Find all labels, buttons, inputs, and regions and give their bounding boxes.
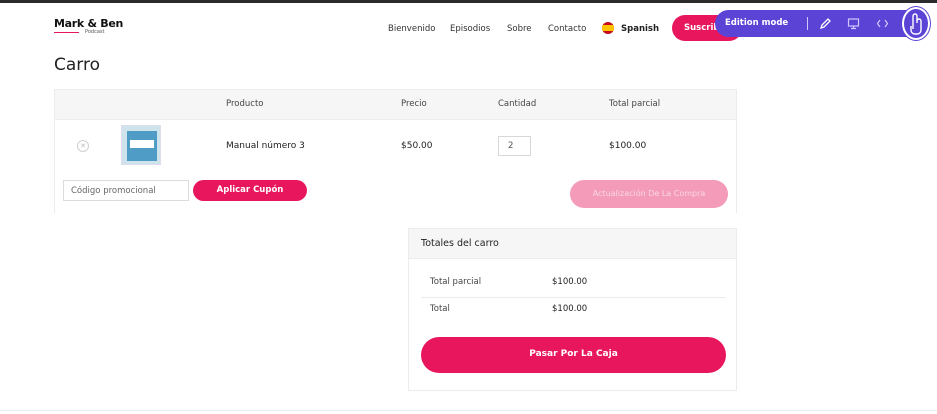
- footer-divider: [0, 410, 937, 411]
- nav-link-bienvenido[interactable]: Bienvenido: [388, 24, 435, 34]
- apply-coupon-button[interactable]: Aplicar Cupón: [193, 180, 307, 201]
- pencil-icon[interactable]: [818, 16, 833, 31]
- column-header-precio: Precio: [401, 99, 427, 109]
- cart-totals-header: Totales del carro: [409, 229, 736, 259]
- nav-link-contacto[interactable]: Contacto: [548, 24, 586, 34]
- nav-link-episodios[interactable]: Episodios: [450, 24, 490, 34]
- checkout-button[interactable]: Pasar Por La Caja: [421, 337, 726, 373]
- column-header-cantidad: Cantidad: [498, 99, 537, 109]
- logo-subtitle: Podcast: [85, 29, 105, 35]
- edition-mode-label: Edition mode: [725, 18, 789, 28]
- hand-icon[interactable]: [902, 7, 930, 40]
- toolbar-divider: [807, 17, 808, 30]
- product-thumbnail[interactable]: [121, 125, 161, 165]
- total-value: $100.00: [552, 304, 588, 314]
- product-price: $50.00: [401, 141, 433, 151]
- column-header-total-parcial: Total parcial: [609, 99, 661, 109]
- product-name[interactable]: Manual número 3: [226, 141, 305, 151]
- code-icon[interactable]: [875, 16, 890, 31]
- column-header-producto: Producto: [226, 99, 264, 109]
- cart-totals-panel: Totales del carro Total parcial $100.00 …: [408, 228, 737, 391]
- cart-table: Producto Precio Cantidad Total parcial ✕…: [54, 89, 737, 213]
- language-switcher[interactable]: Spanish: [621, 24, 659, 34]
- total-label: Total: [430, 304, 450, 314]
- coupon-code-input[interactable]: Código promocional: [63, 180, 189, 201]
- site-logo[interactable]: Mark & Ben Podcast: [54, 17, 123, 35]
- product-subtotal: $100.00: [609, 141, 647, 151]
- edition-mode-toolbar: Edition mode: [715, 10, 927, 37]
- remove-item-icon[interactable]: ✕: [77, 140, 89, 152]
- quantity-input[interactable]: 2: [498, 136, 531, 156]
- totals-divider: [421, 297, 726, 298]
- page-title: Carro: [54, 55, 100, 75]
- cart-totals-title: Totales del carro: [421, 238, 499, 249]
- update-cart-button[interactable]: Actualización De La Compra: [570, 180, 728, 208]
- cart-table-header: Producto Precio Cantidad Total parcial: [55, 90, 736, 120]
- subtotal-value: $100.00: [552, 277, 588, 287]
- nav-link-sobre[interactable]: Sobre: [507, 24, 532, 34]
- logo-underline: [54, 32, 79, 33]
- subtotal-label: Total parcial: [430, 277, 482, 287]
- spain-flag-icon: [602, 22, 614, 34]
- browser-top-border: [0, 0, 937, 3]
- desktop-icon[interactable]: [846, 16, 861, 31]
